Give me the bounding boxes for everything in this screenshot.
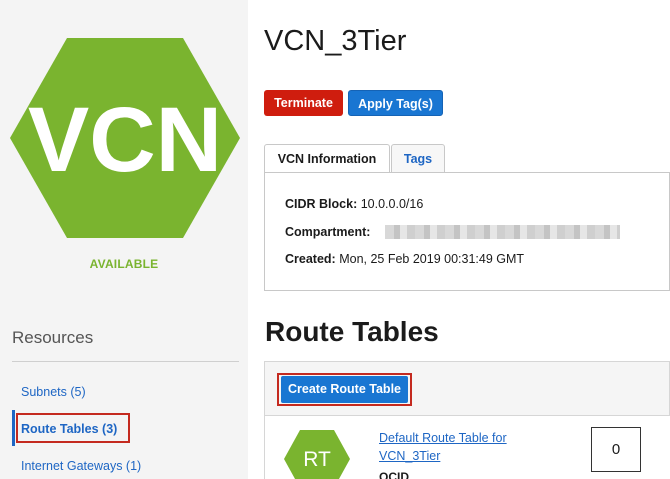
created-label: Created: — [285, 252, 336, 266]
route-table-ocid-label: OCID — [379, 470, 409, 479]
terminate-button[interactable]: Terminate — [264, 90, 343, 116]
highlight-box-create-button — [277, 373, 412, 406]
compartment-value-redacted — [385, 225, 620, 239]
cidr-row: CIDR Block: 10.0.0.0/16 — [285, 197, 423, 211]
sidebar-item-subnets[interactable]: Subnets (5) — [21, 385, 86, 399]
resources-divider — [12, 361, 239, 362]
status-badge: AVAILABLE — [89, 257, 159, 271]
tab-vcn-information[interactable]: VCN Information — [264, 144, 390, 173]
vcn-hexagon-icon: VCN — [10, 38, 240, 238]
highlight-box-route-tables — [16, 413, 130, 443]
compartment-label: Compartment: — [285, 225, 371, 239]
tab-tags[interactable]: Tags — [391, 144, 445, 173]
page-title: VCN_3Tier — [264, 25, 407, 57]
resource-sidebar: VCN AVAILABLE Resources Subnets (5) Rout… — [0, 0, 248, 479]
route-table-name-link[interactable]: Default Route Table for VCN_3Tier — [379, 429, 539, 465]
sidebar-item-internet-gateways[interactable]: Internet Gateways (1) — [21, 459, 141, 473]
resources-heading: Resources — [12, 328, 94, 347]
active-item-indicator — [12, 410, 15, 446]
route-table-hexagon-icon: RT — [284, 430, 350, 479]
compartment-row: Compartment: — [285, 225, 370, 239]
cidr-value: 10.0.0.0/16 — [360, 197, 424, 211]
created-value: Mon, 25 Feb 2019 00:31:49 GMT — [339, 252, 525, 266]
apply-tags-button[interactable]: Apply Tag(s) — [348, 90, 443, 116]
cidr-label: CIDR Block: — [285, 197, 358, 211]
route-tables-heading: Route Tables — [265, 316, 439, 347]
created-row: Created: Mon, 25 Feb 2019 00:31:49 GMT — [285, 252, 524, 266]
rt-icon-text: RT — [303, 448, 331, 471]
vcn-icon-text: VCN — [28, 89, 222, 191]
vcn-information-panel: CIDR Block: 10.0.0.0/16 Compartment: Cre… — [264, 172, 670, 291]
rule-count-box: 0 — [591, 427, 641, 472]
